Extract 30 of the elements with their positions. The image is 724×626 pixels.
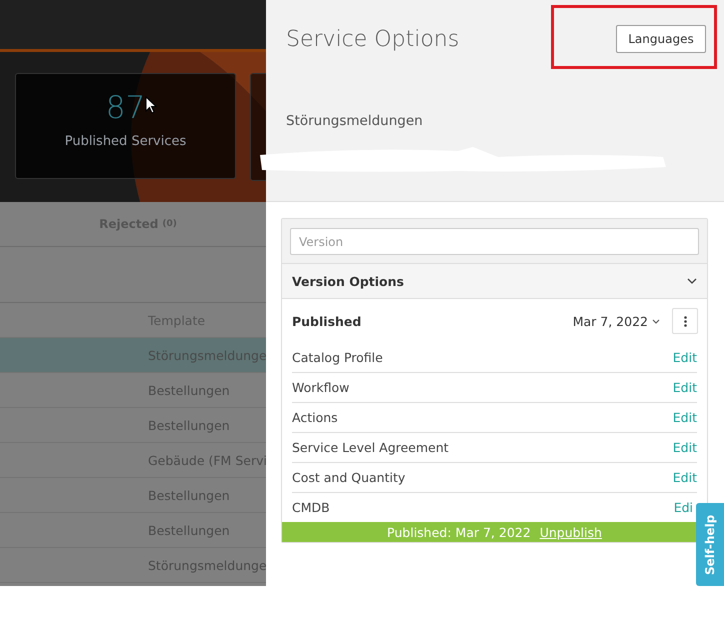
chevron-icon <box>687 278 697 284</box>
edit-link[interactable]: Edit <box>672 350 697 365</box>
version-status: Published <box>292 314 362 328</box>
mouse-pointer-icon <box>145 96 157 114</box>
version-field[interactable]: Version <box>290 228 699 255</box>
option-label: Service Level Agreement <box>292 440 449 455</box>
edit-link[interactable]: Edit <box>672 440 697 455</box>
stat-value: 87 <box>106 90 146 126</box>
option-label: Catalog Profile <box>292 350 383 365</box>
panel-title: Service Options <box>286 26 460 52</box>
section-title: Version Options <box>292 274 404 288</box>
status-text: Published: Mar 7, 2022 <box>387 524 531 540</box>
edit-link[interactable]: Edi <box>674 500 693 515</box>
date-dropdown[interactable]: Mar 7, 2022 <box>572 314 660 328</box>
more-button[interactable] <box>672 308 698 334</box>
edit-link[interactable]: Edit <box>672 380 697 395</box>
unpublish-link[interactable]: Unpublish <box>540 524 602 540</box>
stat-label: Published Services <box>64 134 186 149</box>
section-header[interactable]: Version Options <box>282 264 707 299</box>
option-label: Actions <box>292 410 338 425</box>
more-icon <box>684 316 686 326</box>
edit-link[interactable]: Edit <box>672 470 697 485</box>
self-help-tab[interactable]: Self-help <box>696 503 724 586</box>
caret-icon <box>652 318 660 324</box>
option-label: Workflow <box>292 380 350 395</box>
languages-button[interactable]: Languages <box>616 25 706 53</box>
option-label: Cost and Quantity <box>292 470 406 485</box>
edit-link[interactable]: Edit <box>672 410 697 425</box>
service-name: Störungsmeldungen <box>286 113 424 129</box>
option-label: CMDB <box>292 500 330 515</box>
